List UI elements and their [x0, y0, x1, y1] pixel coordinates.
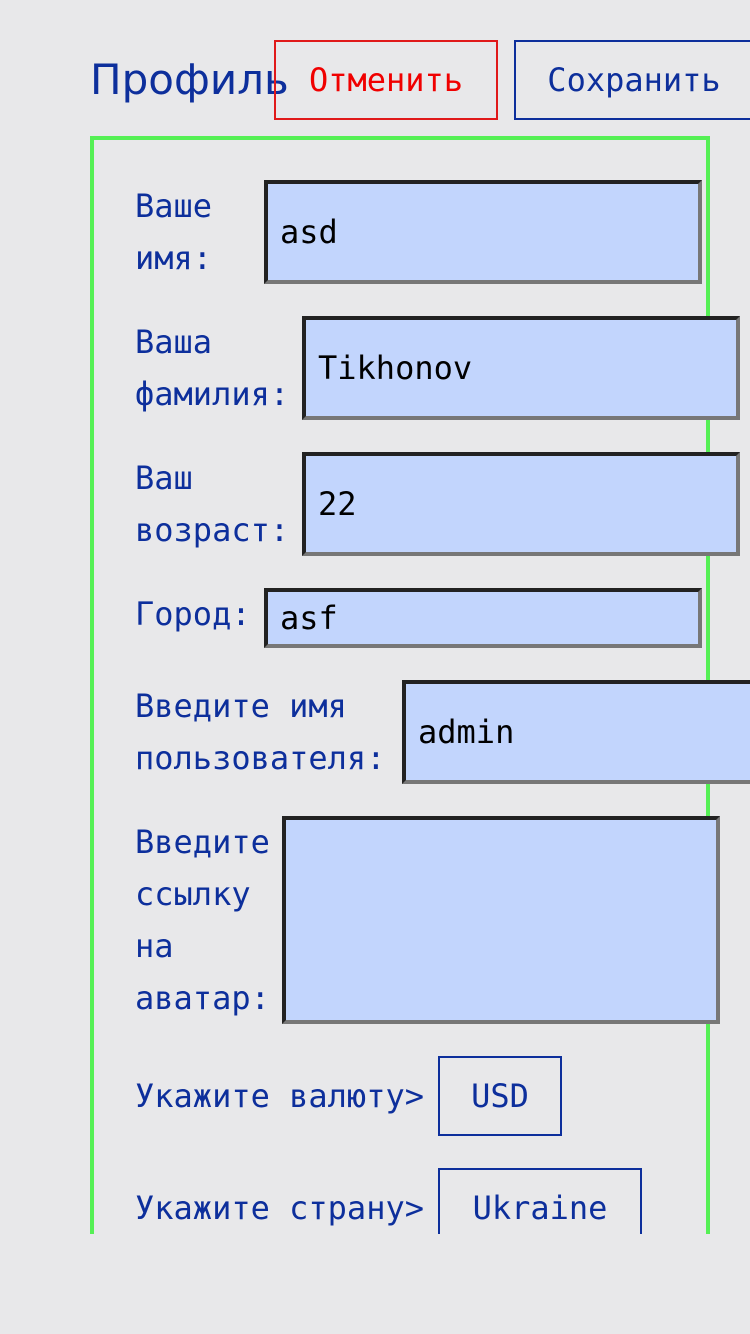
avatar-label-line4: аватар: — [135, 979, 270, 1017]
age-field[interactable] — [302, 452, 740, 556]
city-label: Город: — [135, 595, 251, 633]
currency-label: Укажите валюту> — [135, 1077, 424, 1115]
avatar-url-field[interactable] — [282, 816, 720, 1024]
username-label-line2: пользователя: — [135, 739, 386, 777]
viewport-bottom — [0, 1234, 750, 1334]
country-value: Ukraine — [472, 1189, 608, 1227]
avatar-label-line3: на — [135, 927, 174, 965]
username-label-line1: Введите имя — [135, 687, 347, 725]
first-name-label-line2: имя: — [135, 239, 213, 277]
age-label-line2: возраст: — [135, 511, 290, 549]
city-field[interactable] — [264, 588, 702, 648]
age-label-line1: Ваш — [135, 459, 193, 497]
currency-value: USD — [471, 1077, 529, 1115]
avatar-label-line2: ссылку — [135, 875, 251, 913]
save-button[interactable]: Сохранить — [514, 40, 750, 120]
last-name-label-line1: Ваша — [135, 323, 213, 361]
username-field[interactable] — [402, 680, 750, 784]
cancel-button[interactable]: Отменить — [274, 40, 498, 120]
first-name-label-line1: Ваше — [135, 187, 213, 225]
last-name-field[interactable] — [302, 316, 740, 420]
last-name-label-line2: фамилия: — [135, 375, 290, 413]
avatar-label-line1: Введите — [135, 823, 270, 861]
country-label: Укажите страну> — [135, 1189, 424, 1227]
currency-select[interactable]: USD — [438, 1056, 562, 1136]
page-title: Профиль — [90, 55, 289, 104]
first-name-field[interactable] — [264, 180, 702, 284]
